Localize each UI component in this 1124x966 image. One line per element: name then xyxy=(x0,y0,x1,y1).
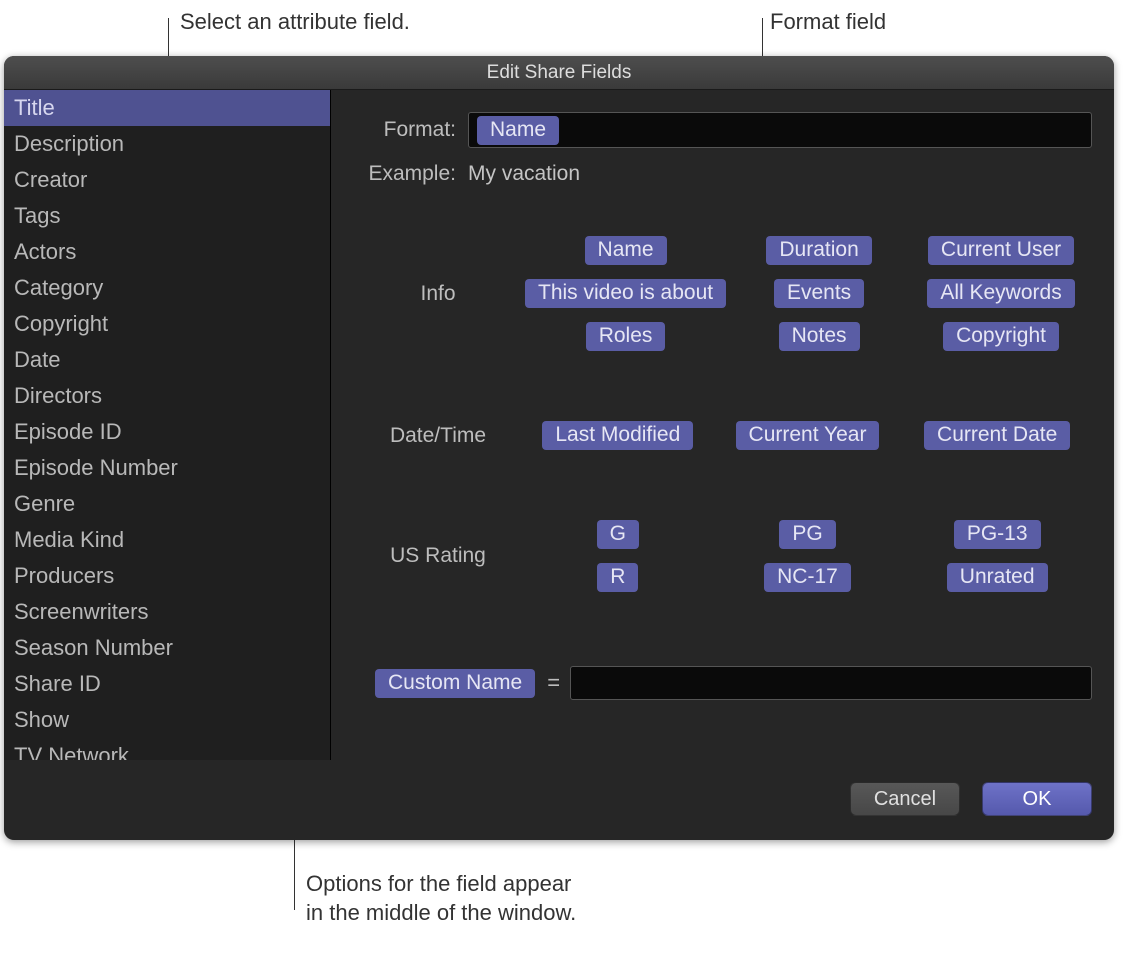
sidebar-item-season-number[interactable]: Season Number xyxy=(4,630,330,666)
sidebar-item-creator[interactable]: Creator xyxy=(4,162,330,198)
tokens-token-current-year[interactable]: Current Year xyxy=(736,421,880,450)
sidebar-item-copyright[interactable]: Copyright xyxy=(4,306,330,342)
attribute-sidebar: TitleDescriptionCreatorTagsActorsCategor… xyxy=(4,90,331,760)
info-section: Info Name Duration Current User This video … xyxy=(353,234,1092,353)
sidebar-item-actors[interactable]: Actors xyxy=(4,234,330,270)
format-row: Format: Name xyxy=(353,112,1092,148)
tokens-token-events[interactable]: Events xyxy=(774,279,864,308)
sidebar-item-episode-number[interactable]: Episode Number xyxy=(4,450,330,486)
example-value: My vacation xyxy=(468,162,580,186)
dialog-buttons: Cancel OK xyxy=(850,782,1092,816)
info-token-grid: Name Duration Current User This video is ab… xyxy=(523,234,1092,353)
tokens-token-notes[interactable]: Notes xyxy=(779,322,860,351)
sidebar-item-share-id[interactable]: Share ID xyxy=(4,666,330,702)
main-panel: Format: Name Example: My vacation Info N… xyxy=(331,90,1114,840)
cancel-button[interactable]: Cancel xyxy=(850,782,960,816)
sidebar-item-date[interactable]: Date xyxy=(4,342,330,378)
rating-label: US Rating xyxy=(353,544,523,568)
example-row: Example: My vacation xyxy=(353,162,1092,186)
tokens-token-copyright[interactable]: Copyright xyxy=(943,322,1059,351)
sidebar-item-screenwriters[interactable]: Screenwriters xyxy=(4,594,330,630)
sidebar-item-media-kind[interactable]: Media Kind xyxy=(4,522,330,558)
sidebar-item-show[interactable]: Show xyxy=(4,702,330,738)
rating-token-grid: G PG PG-13 R NC-17 Unrated xyxy=(523,518,1092,594)
callout-format: Format field xyxy=(770,8,886,37)
tokens-token-this-video-is-about[interactable]: This video is about xyxy=(525,279,726,308)
window-title: Edit Share Fields xyxy=(4,56,1114,90)
sidebar-item-category[interactable]: Category xyxy=(4,270,330,306)
tokens-token-pg[interactable]: PG xyxy=(779,520,835,549)
tokens-token-duration[interactable]: Duration xyxy=(766,236,871,265)
sidebar-item-title[interactable]: Title xyxy=(4,90,330,126)
tokens-token-nc-17[interactable]: NC-17 xyxy=(764,563,851,592)
sidebar-item-description[interactable]: Description xyxy=(4,126,330,162)
custom-name-token[interactable]: Custom Name xyxy=(375,669,535,698)
callout-options-l1: Options for the field appear xyxy=(306,870,576,899)
tokens-token-roles[interactable]: Roles xyxy=(586,322,666,351)
callout-attr: Select an attribute field. xyxy=(180,8,410,37)
window-body: TitleDescriptionCreatorTagsActorsCategor… xyxy=(4,90,1114,840)
datetime-label: Date/Time xyxy=(353,424,523,448)
tokens-token-name[interactable]: Name xyxy=(585,236,667,265)
custom-name-input[interactable] xyxy=(570,666,1092,700)
format-token-name[interactable]: Name xyxy=(477,116,559,145)
info-label: Info xyxy=(353,282,523,306)
datetime-section: Date/Time Last Modified Current Year Curre… xyxy=(353,419,1092,452)
sidebar-item-directors[interactable]: Directors xyxy=(4,378,330,414)
sidebar-item-genre[interactable]: Genre xyxy=(4,486,330,522)
custom-name-row: Custom Name = xyxy=(353,666,1092,700)
tokens-token-pg-13[interactable]: PG-13 xyxy=(954,520,1041,549)
tokens-token-all-keywords[interactable]: All Keywords xyxy=(927,279,1074,308)
tokens-token-r[interactable]: R xyxy=(597,563,638,592)
ok-button[interactable]: OK xyxy=(982,782,1092,816)
edit-share-fields-window: Edit Share Fields TitleDescriptionCreato… xyxy=(4,56,1114,840)
callout-options-l2: in the middle of the window. xyxy=(306,899,576,928)
sidebar-item-tv-network[interactable]: TV Network xyxy=(4,738,330,760)
sidebar-item-producers[interactable]: Producers xyxy=(4,558,330,594)
tokens-token-current-date[interactable]: Current Date xyxy=(924,421,1070,450)
format-field[interactable]: Name xyxy=(468,112,1092,148)
sidebar-item-tags[interactable]: Tags xyxy=(4,198,330,234)
rating-section: US Rating G PG PG-13 R NC-17 Unrated xyxy=(353,518,1092,594)
sidebar-item-episode-id[interactable]: Episode ID xyxy=(4,414,330,450)
datetime-token-grid: Last Modified Current Year Current Date xyxy=(523,419,1092,452)
tokens-token-unrated[interactable]: Unrated xyxy=(947,563,1048,592)
tokens-token-g[interactable]: G xyxy=(597,520,639,549)
tokens-token-current-user[interactable]: Current User xyxy=(928,236,1074,265)
example-label: Example: xyxy=(353,162,468,186)
callout-options: Options for the field appear in the midd… xyxy=(306,870,576,927)
tokens-token-last-modified[interactable]: Last Modified xyxy=(542,421,693,450)
format-label: Format: xyxy=(353,118,468,142)
equals-sign: = xyxy=(537,670,570,696)
